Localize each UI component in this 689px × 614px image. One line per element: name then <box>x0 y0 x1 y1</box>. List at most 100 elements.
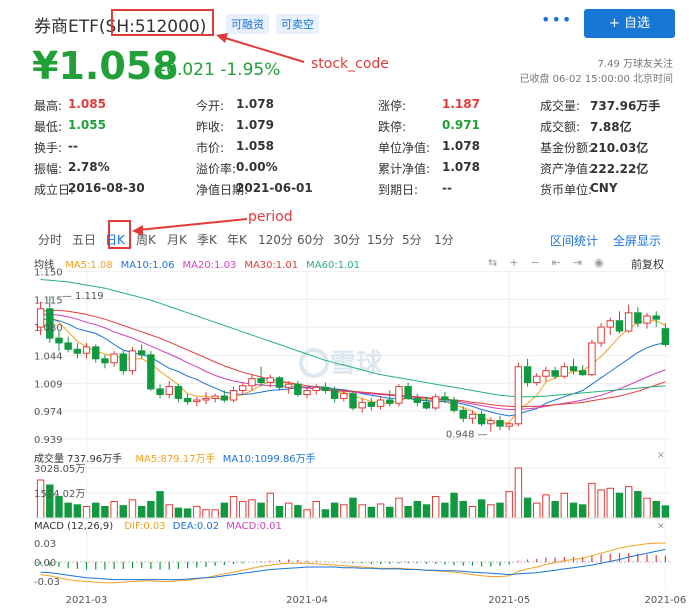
volume-bar <box>459 500 467 519</box>
volume-bar <box>422 504 431 519</box>
volume-bar <box>193 505 201 519</box>
volume-bar <box>183 508 192 519</box>
volume-bar <box>376 503 385 519</box>
volume-bar <box>202 509 210 519</box>
y-tick-label: 1.150 <box>34 268 63 279</box>
candle-body <box>477 413 486 425</box>
volume-bar <box>569 502 578 519</box>
volume-bar <box>294 505 302 519</box>
volume-bar <box>303 509 311 519</box>
volume-bar <box>542 494 550 519</box>
volume-bar <box>413 500 422 519</box>
candle-body <box>578 370 587 376</box>
close-macd-icon[interactable]: ✕ <box>657 522 665 532</box>
volume-legend: 成交量 737.96万手 MA5:879.17万手 MA10:1099.86万手 <box>34 454 316 465</box>
volume-bar <box>73 504 82 519</box>
volume-bar <box>128 499 137 519</box>
volume-tick-label: 3028.05万 <box>34 464 85 475</box>
x-axis-label: 2021-04 <box>286 595 328 606</box>
macd-tick-label: 0.00 <box>34 558 56 569</box>
candle-body <box>422 401 431 409</box>
volume-bar <box>588 482 596 519</box>
volume-bar <box>248 499 256 519</box>
candle-body <box>110 353 118 364</box>
candle-body <box>551 370 559 377</box>
volume-bar <box>229 496 238 519</box>
candle-body <box>183 397 192 403</box>
candle-body <box>257 378 265 384</box>
y-tick-label: 1.044 <box>34 352 63 363</box>
volume-bar <box>477 499 486 519</box>
volume-tick-label: 1514.02万 <box>34 489 85 500</box>
volume-bar <box>624 486 633 519</box>
volume-bar <box>523 497 532 519</box>
macd-tick-label: -0.03 <box>34 577 60 588</box>
candle-body <box>55 337 63 344</box>
candle-body <box>569 366 578 372</box>
volume-bar <box>110 500 118 519</box>
candle-body <box>588 342 596 376</box>
candle-body <box>560 366 569 377</box>
volume-bar <box>441 502 449 519</box>
volume-bar <box>156 491 164 519</box>
y-tick-label: 1.080 <box>34 323 63 334</box>
candle-body <box>367 401 376 407</box>
candle-body <box>395 386 403 404</box>
candle-body <box>624 312 633 332</box>
candle-body <box>303 390 311 395</box>
volume-bar <box>661 505 670 519</box>
volume-bar <box>560 492 569 519</box>
y-tick-label: 1.115 <box>34 295 63 306</box>
candle-body <box>174 386 183 399</box>
candle-body <box>643 315 651 324</box>
candle-body <box>404 386 412 399</box>
volume-bar <box>505 491 513 519</box>
candle-body <box>431 396 440 409</box>
candle-body <box>330 390 339 399</box>
candle-body <box>73 348 82 354</box>
candle-body <box>119 353 128 372</box>
volume-bar <box>239 500 247 519</box>
candle-body <box>349 393 357 409</box>
candle-body <box>340 393 348 399</box>
volume-bar <box>330 502 339 519</box>
volume-bar <box>395 497 403 519</box>
volume-bar <box>450 492 458 519</box>
volume-bar <box>211 509 219 519</box>
candle-body <box>229 390 238 401</box>
candle-body <box>284 383 293 388</box>
volume-bar <box>312 500 320 519</box>
y-tick-label: 1.009 <box>34 379 63 390</box>
volume-bar <box>266 492 275 519</box>
candle-body <box>147 354 155 390</box>
volume-bar <box>468 505 477 519</box>
y-tick-label: 0.939 <box>34 435 63 446</box>
volume-bar <box>321 509 330 519</box>
candle-body <box>211 395 219 399</box>
candle-body <box>165 386 173 395</box>
volume-bar <box>358 504 366 519</box>
volume-bar <box>284 502 293 519</box>
candle-body <box>459 409 467 419</box>
volume-bar <box>92 502 100 519</box>
volume-bar <box>257 502 265 519</box>
high-label: — 1.119 <box>62 291 104 302</box>
volume-bar <box>82 505 91 519</box>
x-axis-label: 2021-05 <box>488 595 530 606</box>
x-axis-label: 2021-03 <box>66 595 108 606</box>
volume-bar <box>349 497 357 519</box>
volume-bar <box>367 506 376 519</box>
candle-body <box>533 375 541 384</box>
candle-body <box>358 401 366 409</box>
candle-body <box>523 366 532 384</box>
candle-body <box>542 370 550 377</box>
volume-bar <box>597 489 605 519</box>
close-volume-icon[interactable]: ✕ <box>657 451 665 461</box>
volume-bar <box>220 502 229 519</box>
candle-body <box>294 383 302 395</box>
candle-body <box>468 413 477 419</box>
macd-legend: MACD (12,26,9) DIF:0.03 DEA:0.02 MACD:0.… <box>34 521 282 532</box>
candle-body <box>450 399 458 411</box>
ma-line-ma60 <box>40 279 666 398</box>
candle-body <box>376 399 385 407</box>
